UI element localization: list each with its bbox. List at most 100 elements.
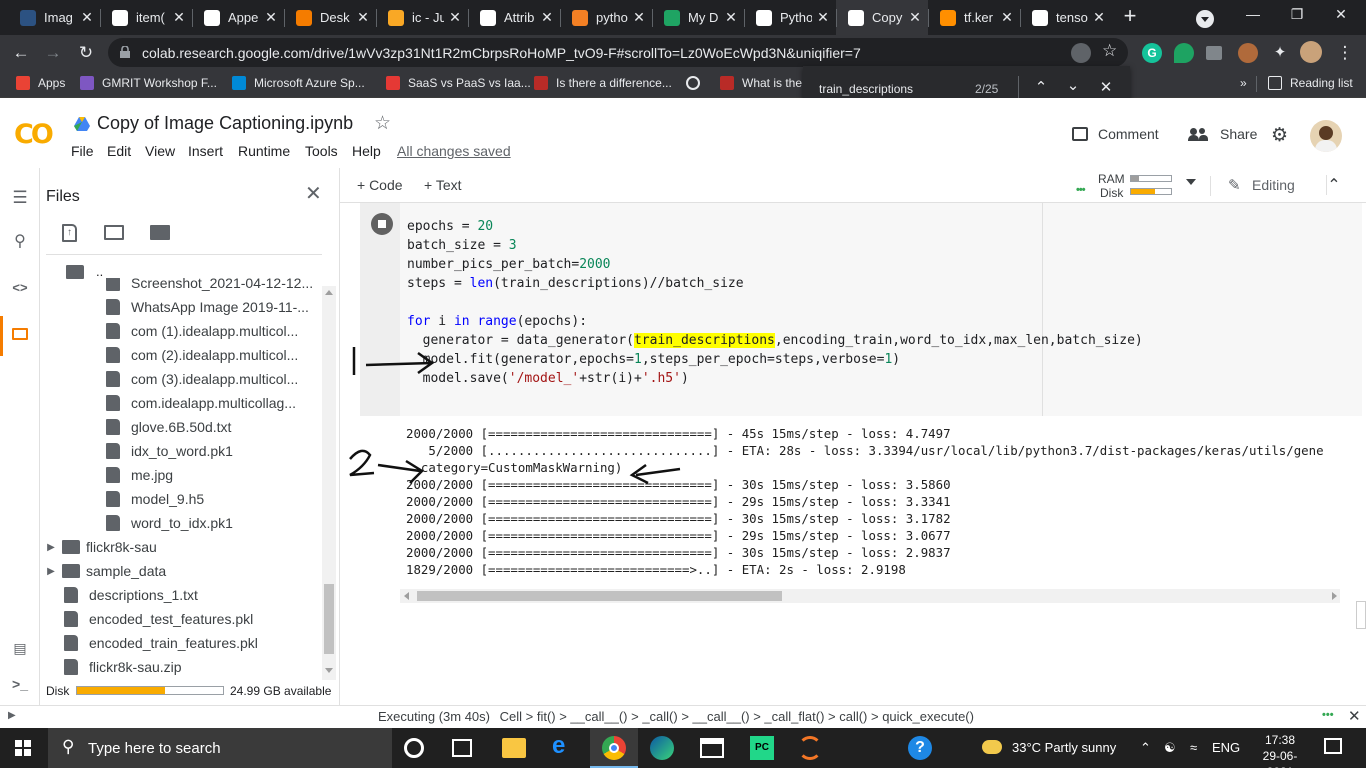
tab-close-icon[interactable]: ✕	[632, 9, 646, 26]
star-icon[interactable]: ☆	[374, 112, 391, 135]
files-folder-icon[interactable]	[10, 324, 30, 344]
code-snippets-icon[interactable]: <>	[10, 278, 30, 298]
more-bookmarks-button[interactable]: »	[1240, 76, 1247, 90]
file-explorer-icon[interactable]	[502, 738, 526, 758]
clock[interactable]: 17:38 29-06-2021	[1250, 732, 1310, 780]
store-icon[interactable]	[700, 738, 724, 758]
resources-dropdown-icon[interactable]	[1186, 179, 1196, 185]
bookmark-item[interactable]: Microsoft Azure Sp...	[232, 76, 365, 90]
scroll-left-icon[interactable]	[404, 592, 409, 600]
address-bar[interactable]: colab.research.google.com/drive/1wVv3zp3…	[108, 38, 1128, 67]
extensions-puzzle-icon[interactable]: ✦	[1270, 43, 1290, 63]
tab-close-icon[interactable]: ✕	[908, 9, 922, 26]
output-horizontal-scrollbar[interactable]	[400, 589, 1340, 603]
people-tray-icon[interactable]: ☯	[1164, 740, 1176, 756]
find-next-icon[interactable]: ⌄	[1063, 76, 1083, 94]
account-avatar[interactable]	[1310, 120, 1342, 152]
profile-avatar[interactable]	[1300, 41, 1322, 63]
find-close-icon[interactable]: ✕	[1096, 78, 1116, 96]
restore-icon[interactable]: ❐	[1282, 6, 1312, 23]
parent-folder-row[interactable]: ..	[66, 264, 103, 279]
menu-insert[interactable]: Insert	[188, 143, 223, 159]
extension-chart-icon[interactable]	[1206, 46, 1222, 60]
menu-view[interactable]: View	[145, 143, 175, 159]
grammarly-icon[interactable]: G	[1142, 43, 1162, 63]
colab-logo[interactable]: CO	[14, 119, 54, 150]
windows-start-icon[interactable]	[15, 740, 31, 756]
scroll-down-icon[interactable]	[325, 668, 333, 673]
tab-close-icon[interactable]: ✕	[80, 9, 94, 26]
collapse-header-icon[interactable]: ⌃	[1324, 175, 1344, 195]
notifications-icon[interactable]	[1324, 738, 1342, 754]
menu-edit[interactable]: Edit	[107, 143, 131, 159]
browser-tab[interactable]: Desk ✕	[284, 0, 376, 35]
cortana-icon[interactable]	[404, 738, 424, 758]
task-view-icon[interactable]	[452, 739, 472, 757]
tray-overflow-icon[interactable]: ⌃	[1140, 740, 1151, 756]
taskbar-search-box[interactable]: ⚲ Type here to search	[48, 728, 392, 768]
browser-tab[interactable]: ic - Ju ✕	[376, 0, 468, 35]
close-status-icon[interactable]: ✕	[1348, 707, 1361, 725]
browser-tab[interactable]: tf.ker ✕	[928, 0, 1020, 35]
reload-icon[interactable]: ↻	[75, 42, 97, 64]
add-text-button[interactable]: + Text	[424, 177, 462, 193]
expand-caret-icon[interactable]: ▶	[44, 566, 58, 577]
expand-status-icon[interactable]: ▶	[8, 710, 16, 721]
saved-status-link[interactable]: All changes saved	[397, 143, 511, 159]
file-row[interactable]: idx_to_word.pk1	[40, 439, 322, 463]
wifi-icon[interactable]: ≈	[1190, 740, 1197, 755]
scroll-up-icon[interactable]	[325, 290, 333, 295]
file-row[interactable]: WhatsApp Image 2019-11-...	[40, 295, 322, 319]
find-previous-icon[interactable]: ⌃	[1031, 78, 1051, 96]
upload-file-icon[interactable]: ↑	[62, 224, 77, 242]
file-row[interactable]: com (3).idealapp.multicol...	[40, 367, 322, 391]
browser-tab[interactable]: Copy ✕	[836, 0, 928, 35]
table-of-contents-icon[interactable]: ☰	[10, 188, 30, 208]
browser-tab[interactable]: My D ✕	[652, 0, 744, 35]
editing-mode-button[interactable]: Editing	[1252, 177, 1295, 193]
tab-close-icon[interactable]: ✕	[356, 9, 370, 26]
files-scroll-thumb[interactable]	[324, 584, 334, 654]
search-icon[interactable]: ⚲	[10, 232, 30, 252]
refresh-folder-icon[interactable]	[104, 225, 124, 240]
jupyter-icon[interactable]	[798, 736, 822, 760]
new-tab-button[interactable]: +	[1118, 3, 1142, 31]
weather-text[interactable]: 33°C Partly sunny	[1012, 740, 1116, 755]
file-row[interactable]: flickr8k-sau.zip	[40, 655, 322, 679]
menu-file[interactable]: File	[71, 143, 94, 159]
tab-close-icon[interactable]: ✕	[448, 9, 462, 26]
file-row[interactable]: model_9.h5	[40, 487, 322, 511]
internet-explorer-icon[interactable]: e	[552, 732, 576, 759]
bookmark-item[interactable]: What is the	[720, 76, 802, 90]
menu-tools[interactable]: Tools	[305, 143, 338, 159]
help-icon[interactable]: ?	[908, 736, 932, 760]
expand-caret-icon[interactable]: ▶	[44, 542, 58, 553]
command-palette-icon[interactable]: ▤	[10, 638, 30, 658]
bookmark-star-icon[interactable]: ☆	[1102, 41, 1117, 61]
file-row[interactable]: glove.6B.50d.txt	[40, 415, 322, 439]
tab-close-icon[interactable]: ✕	[816, 9, 830, 26]
terminal-icon[interactable]: >_	[10, 674, 30, 694]
output-scroll-thumb[interactable]	[417, 591, 782, 601]
tab-close-icon[interactable]: ✕	[540, 9, 554, 26]
menu-runtime[interactable]: Runtime	[238, 143, 290, 159]
browser-tab[interactable]: Attrib ✕	[468, 0, 560, 35]
tab-search-icon[interactable]	[1196, 10, 1214, 28]
back-icon[interactable]: ←	[10, 42, 32, 64]
tab-close-icon[interactable]: ✕	[724, 9, 738, 26]
menu-help[interactable]: Help	[352, 143, 381, 159]
settings-gear-icon[interactable]: ⚙	[1271, 124, 1288, 147]
bookmark-item[interactable]: Is there a difference...	[534, 76, 672, 90]
file-row[interactable]: me.jpg	[40, 463, 322, 487]
forward-icon[interactable]: →	[42, 42, 64, 64]
ENG-lang-indicator[interactable]: ENG	[1212, 740, 1240, 755]
scroll-right-icon[interactable]	[1332, 592, 1337, 600]
browser-tab[interactable]: Appe ✕	[192, 0, 284, 35]
file-row[interactable]: com (1).idealapp.multicol...	[40, 319, 322, 343]
comment-button[interactable]: Comment	[1072, 126, 1159, 142]
browser-tab[interactable]: Imag ✕	[8, 0, 100, 35]
minimize-icon[interactable]: —	[1238, 6, 1268, 22]
browser-tab[interactable]: tenso ✕	[1020, 0, 1112, 35]
cookie-icon[interactable]	[1238, 43, 1258, 63]
file-row[interactable]: word_to_idx.pk1	[40, 511, 322, 535]
